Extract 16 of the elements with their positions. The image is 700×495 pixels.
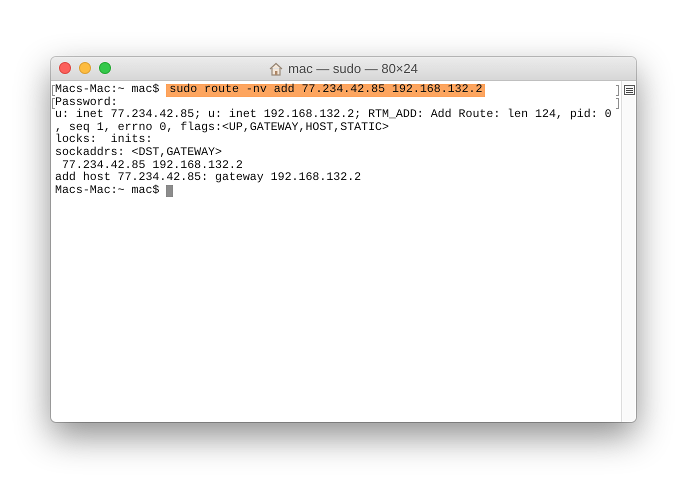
- output-line: Password:: [55, 96, 118, 109]
- minimize-button[interactable]: [79, 62, 91, 74]
- output-line: sockaddrs: <DST,GATEWAY>: [55, 146, 222, 160]
- home-icon: [269, 62, 284, 76]
- output-line: , seq 1, errno 0, flags:<UP,GATEWAY,HOST,STATIC>: [55, 122, 389, 134]
- close-button[interactable]: [59, 62, 71, 74]
- shell-prompt: Macs-Mac:~ mac$: [55, 184, 160, 198]
- output-line: 77.234.42.85 192.168.132.2: [62, 160, 243, 172]
- output-line: locks: inits:: [55, 134, 152, 146]
- list-icon[interactable]: [624, 85, 634, 95]
- output-line: add host 77.234.42.85: gateway 192.168.132.2: [55, 172, 362, 184]
- window-title: mac — sudo — 80×24: [288, 60, 418, 78]
- output-line: u: inet 77.234.42.85; u: inet 192.168.132.2; RTM_ADD: Add Route: len 124, pid: 0: [55, 109, 612, 122]
- shell-prompt: Macs-Mac:~ mac$: [55, 84, 160, 96]
- zoom-button[interactable]: [99, 62, 111, 74]
- command-text: sudo route -nv add 77.234.42.85 192.168.132.2: [166, 84, 486, 97]
